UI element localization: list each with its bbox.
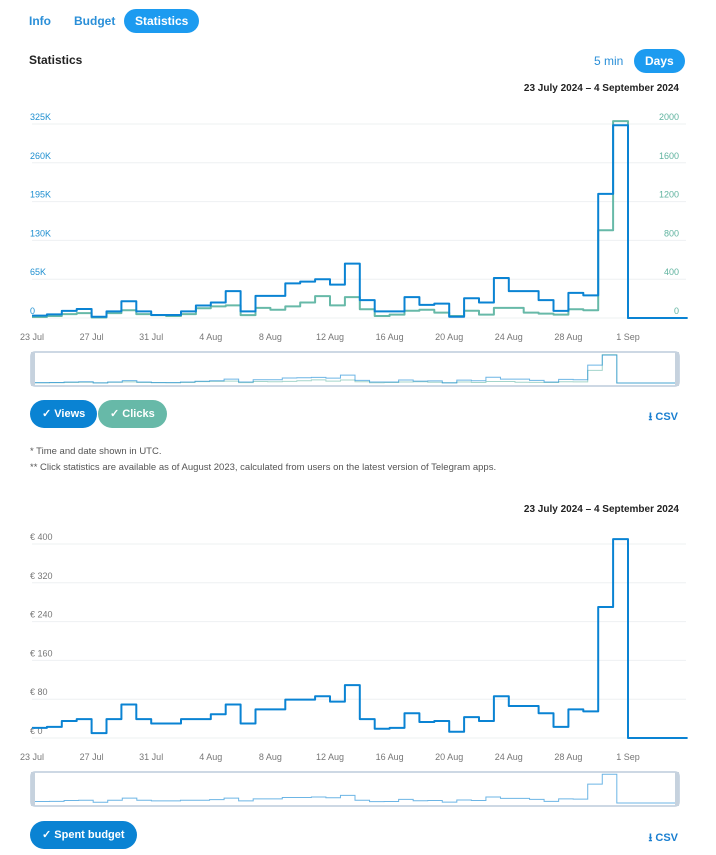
series-line-views [32, 124, 688, 319]
y-tick-label: 130K [30, 228, 51, 238]
y-tick-label: € 400 [30, 532, 53, 542]
csv-download-button-budget[interactable]: ⭳ CSV [648, 829, 678, 848]
check-icon: ✓ [110, 408, 123, 420]
budget-chart[interactable]: € 0€ 80€ 160€ 240€ 320€ 40023 Jul 27 Jul 3… [0, 520, 716, 810]
x-tick-label: 16 Aug [376, 332, 404, 342]
navigator-right-handle [675, 352, 679, 386]
y-right-tick-label: 1600 [659, 151, 679, 161]
x-tick-label: 28 Aug [554, 752, 582, 762]
y-tick-label: 195K [30, 190, 51, 200]
x-tick-label: 24 Aug [495, 332, 523, 342]
x-tick-label: 12 Aug [316, 332, 344, 342]
x-tick-label: 4 Aug [199, 332, 222, 342]
y-tick-label: € 80 [30, 687, 48, 697]
x-tick-label: 24 Aug [495, 752, 523, 762]
navigator-left-handle [31, 772, 35, 806]
x-tick-label: 12 Aug [316, 752, 344, 762]
toggle-views[interactable]: ✓ Views [30, 400, 98, 428]
granularity-days-button[interactable]: Days [634, 49, 685, 73]
y-tick-label: 65K [30, 267, 46, 277]
y-right-tick-label: 2000 [659, 112, 679, 122]
y-right-tick-label: 0 [674, 306, 679, 316]
x-tick-label: 28 Aug [554, 332, 582, 342]
tab-statistics[interactable]: Statistics [124, 9, 200, 33]
y-right-tick-label: 400 [664, 267, 679, 277]
check-icon: ✓ [42, 829, 55, 841]
series-line-spent-budget [32, 538, 688, 739]
x-tick-label: 4 Aug [199, 752, 222, 762]
views-clicks-chart[interactable]: 0 0 65K 400 130K 800 195K 1200 260K 1600 325K 2000 2… [0, 100, 716, 390]
note-clicks: ** Click statistics are available as of … [30, 462, 497, 473]
toggle-clicks-label: Clicks [122, 408, 155, 420]
toggle-spent-budget-label: Spent budget [54, 829, 125, 841]
x-tick-label: 27 Jul [80, 752, 104, 762]
y-right-tick-label: 1200 [659, 190, 679, 200]
note-utc: * Time and date shown in UTC. [30, 446, 162, 457]
x-tick-label: 27 Jul [80, 332, 104, 342]
toggle-clicks[interactable]: ✓ Clicks [98, 400, 167, 428]
tab-info[interactable]: Info [18, 9, 62, 33]
x-tick-label: 23 Jul [20, 752, 44, 762]
x-tick-label: 1 Sep [616, 332, 640, 342]
y-tick-label: 260K [30, 151, 51, 161]
y-tick-label: 325K [30, 112, 51, 122]
toggle-spent-budget[interactable]: ✓ Spent budget [30, 821, 137, 849]
date-range: 23 July 2024 – 4 September 2024 [523, 83, 679, 94]
csv-label: CSV [655, 411, 678, 423]
y-tick-label: 0 [30, 306, 35, 316]
x-tick-label: 23 Jul [20, 332, 44, 342]
range-navigator [30, 771, 680, 807]
x-tick-label: 31 Jul [139, 332, 163, 342]
date-range-budget: 23 July 2024 – 4 September 2024 [523, 504, 679, 515]
navigator-right-handle [675, 772, 679, 806]
y-tick-label: € 240 [30, 610, 53, 620]
x-tick-label: 20 Aug [435, 332, 463, 342]
granularity-5min-button[interactable]: 5 min [583, 49, 634, 73]
toggle-views-label: Views [54, 408, 86, 420]
csv-label: CSV [655, 832, 678, 844]
x-tick-label: 31 Jul [139, 752, 163, 762]
x-tick-label: 16 Aug [376, 752, 404, 762]
y-tick-label: € 320 [30, 571, 53, 581]
download-icon: ⭳ [648, 411, 653, 423]
csv-download-button[interactable]: ⭳ CSV [648, 408, 678, 427]
tab-budget[interactable]: Budget [63, 9, 126, 33]
y-tick-label: € 160 [30, 648, 53, 658]
check-icon: ✓ [42, 408, 55, 420]
y-right-tick-label: 800 [664, 228, 679, 238]
download-icon: ⭳ [648, 832, 653, 844]
x-tick-label: 8 Aug [259, 332, 282, 342]
x-tick-label: 20 Aug [435, 752, 463, 762]
navigator-left-handle [31, 352, 35, 386]
x-tick-label: 8 Aug [259, 752, 282, 762]
x-tick-label: 1 Sep [616, 752, 640, 762]
section-title: Statistics [29, 53, 83, 67]
